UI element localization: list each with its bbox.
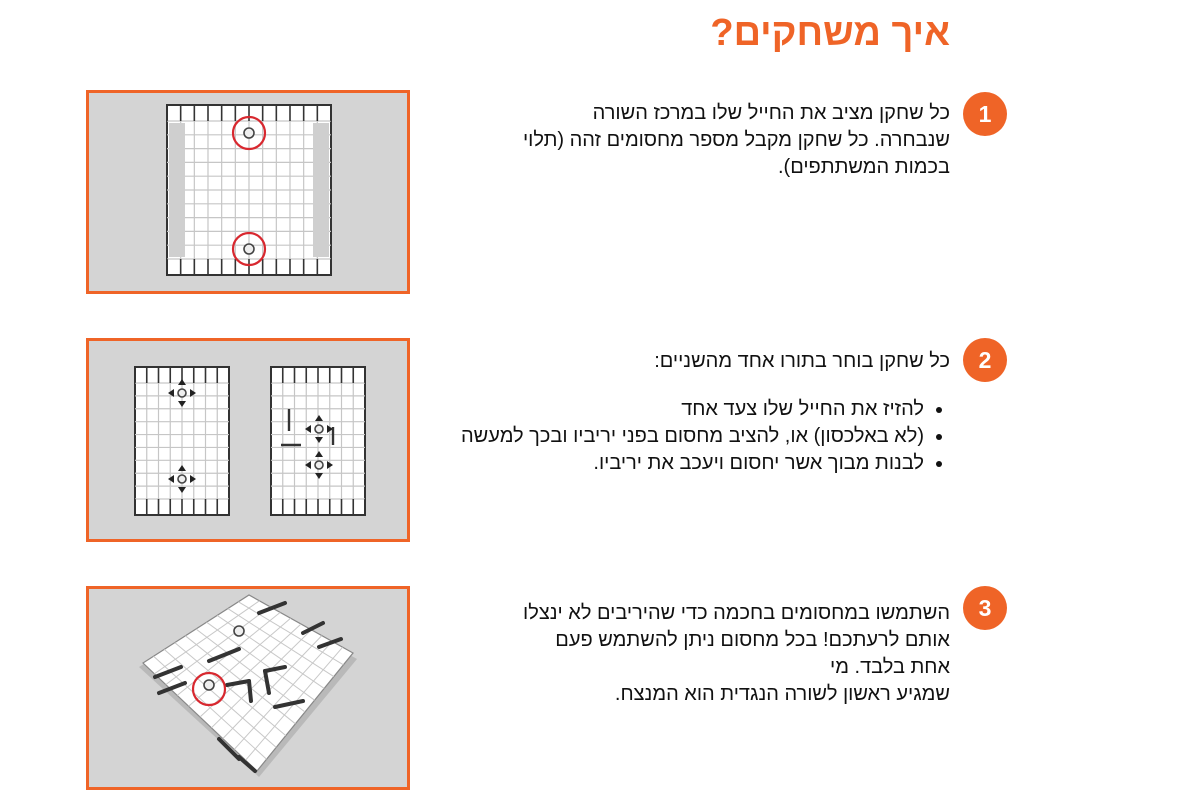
text-line: בכמות המשתתפים). <box>777 156 950 178</box>
options-list: להזיז את החייל שלו צעד אחד (לא באלכסון) … <box>430 396 950 477</box>
step-3-text: השתמשו במחסומים בחכמה כדי שהיריבים לא ינ… <box>430 600 950 708</box>
step-number-badge: 2 <box>963 338 1007 382</box>
text-line: השתמשו במחסומים בחכמה כדי שהיריבים לא ינ… <box>523 602 950 624</box>
pawn <box>314 460 324 470</box>
step-number-badge: 1 <box>963 92 1007 136</box>
step-1-text: כל שחקן מציב את החייל שלו במרכז השורה שנ… <box>430 100 950 181</box>
move-options-diagram <box>134 366 366 516</box>
text-line: אותם לרעתכם! בכל מחסום ניתן להשתמש פעם <box>555 629 950 651</box>
page-title: איך משחקים? <box>710 12 950 54</box>
text-line: כל שחקן מציב את החייל שלו במרכז השורה <box>592 102 950 124</box>
side-bar <box>169 123 185 257</box>
pawn <box>203 679 215 691</box>
pawn <box>233 625 245 637</box>
step-2-intro: כל שחקן בוחר בתורו אחד מהשניים: <box>654 350 950 372</box>
side-bar <box>313 123 329 257</box>
step-2-illustration <box>86 338 410 542</box>
pawn <box>177 388 187 398</box>
step-number-badge: 3 <box>963 586 1007 630</box>
list-item: לבנות מבוך אשר יחסום ויעכב את יריביו. <box>430 450 924 477</box>
pawn <box>314 424 324 434</box>
board-3d-diagram <box>139 594 357 777</box>
board-diagram <box>166 104 332 276</box>
pawn <box>243 127 255 139</box>
text-line: אחת בלבד. מי <box>830 656 950 678</box>
step-2-text: כל שחקן בוחר בתורו אחד מהשניים: להזיז את… <box>430 348 950 477</box>
pawn <box>243 243 255 255</box>
text-line: שנבחרה. כל שחקן מקבל מספר מחסומים זהה (ת… <box>522 129 950 151</box>
list-item: להזיז את החייל שלו צעד אחד <box>430 396 924 423</box>
pawn <box>177 474 187 484</box>
text-line: שמגיע ראשון לשורה הנגדית הוא המנצח. <box>614 683 950 705</box>
step-3-illustration <box>86 586 410 790</box>
step-1-illustration <box>86 90 410 294</box>
list-item: (לא באלכסון) או, להציב מחסום בפני יריביו… <box>430 423 924 450</box>
